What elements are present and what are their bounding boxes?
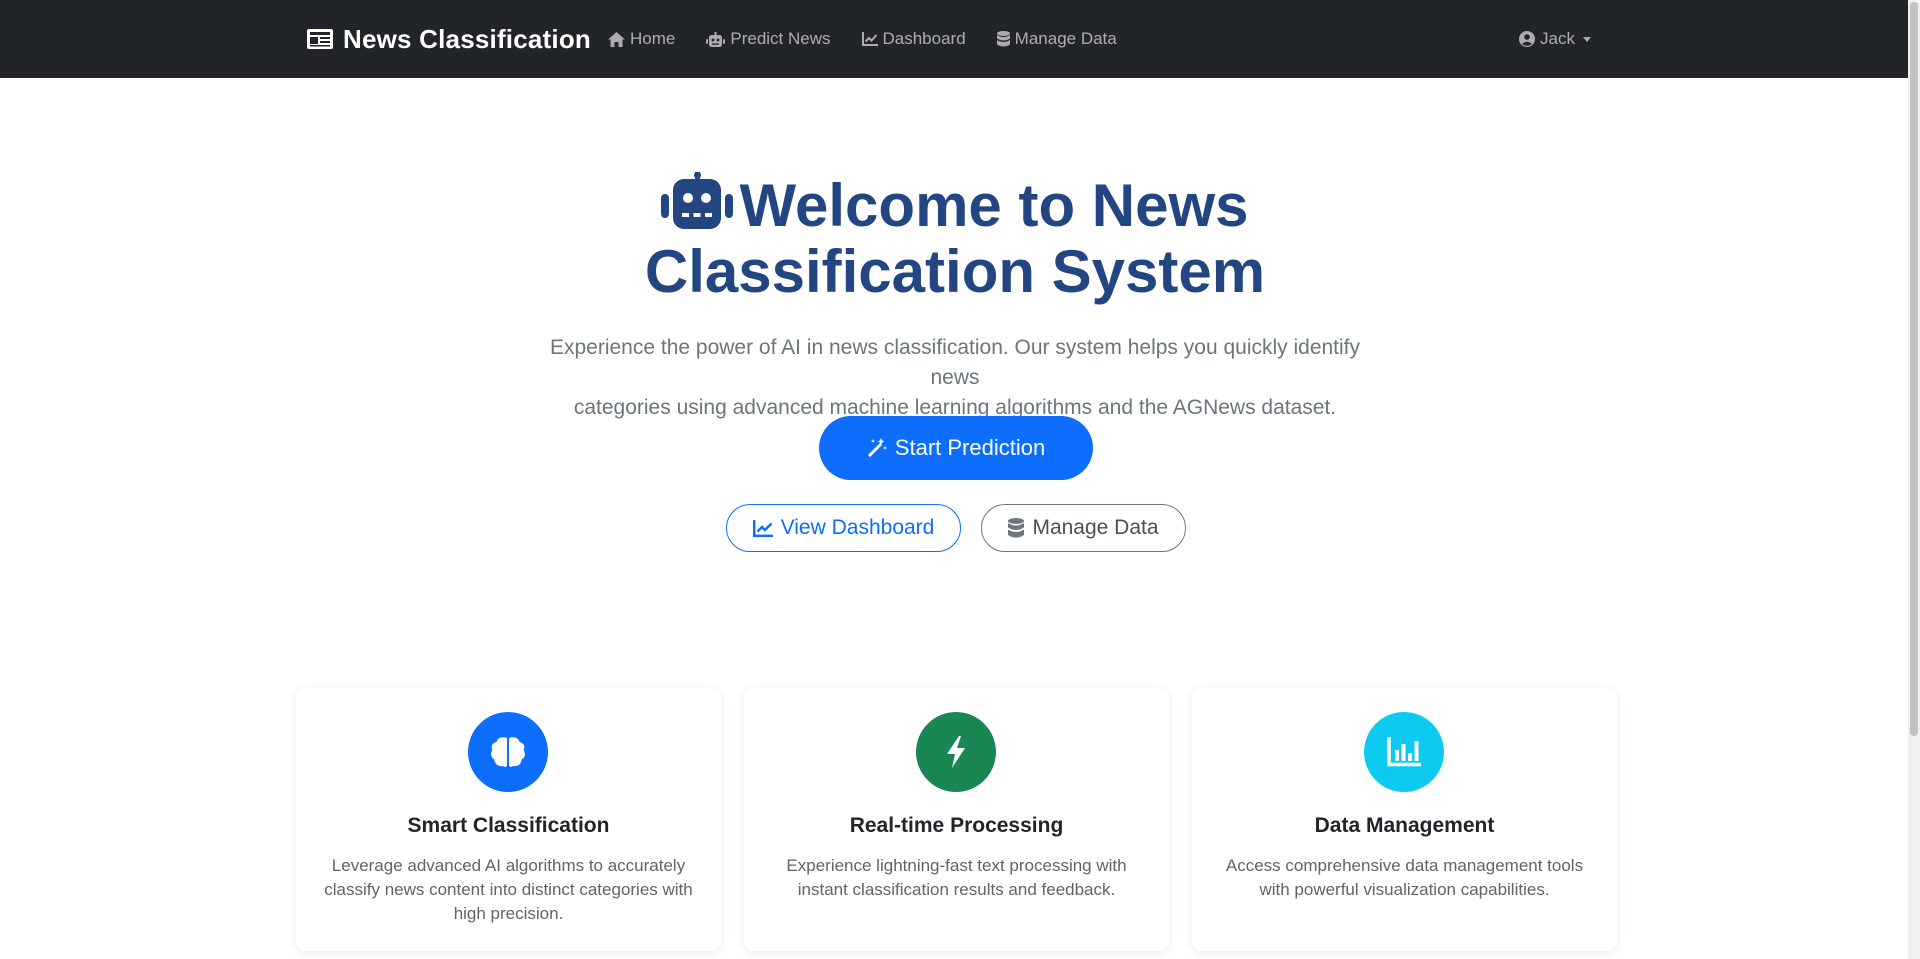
view-dashboard-label: View Dashboard bbox=[780, 516, 935, 539]
nav-links: Home Predict News Dashboard Manage Data bbox=[608, 26, 1148, 52]
view-dashboard-button[interactable]: View Dashboard bbox=[726, 504, 961, 552]
home-icon bbox=[608, 31, 625, 47]
icon-circle bbox=[1364, 712, 1444, 792]
nav-link-dashboard[interactable]: Dashboard bbox=[861, 26, 966, 52]
magic-wand-icon bbox=[867, 438, 887, 457]
feature-description: Experience lightning-fast text processin… bbox=[786, 856, 1127, 899]
user-dropdown[interactable]: Jack bbox=[1519, 26, 1591, 52]
nav-link-predict[interactable]: Predict News bbox=[706, 26, 831, 52]
nav-link-label: Manage Data bbox=[1014, 29, 1117, 48]
user-name: Jack bbox=[1540, 29, 1575, 48]
brain-icon bbox=[491, 737, 525, 767]
feature-card-real-time-processing: Real-time Processing Experience lightnin… bbox=[744, 688, 1169, 951]
start-prediction-button[interactable]: Start Prediction bbox=[819, 416, 1093, 480]
manage-data-label: Manage Data bbox=[1032, 516, 1159, 539]
brand-title: News Classification bbox=[343, 23, 591, 54]
feature-card-data-management: Data Management Access comprehensive dat… bbox=[1192, 688, 1617, 951]
icon-circle bbox=[916, 712, 996, 792]
top-navbar: News Classification Home Predict News Da… bbox=[0, 0, 1908, 78]
newspaper-icon bbox=[307, 29, 333, 49]
chart-line-icon bbox=[752, 519, 773, 537]
database-icon bbox=[996, 31, 1010, 47]
feature-title: Real-time Processing bbox=[849, 814, 1064, 837]
robot-icon bbox=[706, 31, 726, 47]
scrollbar-thumb[interactable] bbox=[1910, 2, 1918, 736]
manage-data-button[interactable]: Manage Data bbox=[981, 504, 1186, 552]
brand-link[interactable]: News Classification bbox=[307, 22, 591, 56]
nav-link-label: Home bbox=[630, 29, 676, 48]
feature-title: Smart Classification bbox=[407, 814, 610, 837]
robot-icon bbox=[661, 172, 734, 229]
database-icon bbox=[1008, 518, 1025, 538]
title-line-2: Classification System bbox=[644, 238, 1266, 305]
feature-card-smart-classification: Smart Classification Leverage advanced A… bbox=[296, 688, 721, 951]
chevron-down-icon bbox=[1582, 36, 1591, 42]
feature-description: Leverage advanced AI algorithms to accur… bbox=[324, 856, 693, 923]
nav-link-label: Dashboard bbox=[882, 29, 966, 48]
chart-bar-icon bbox=[1387, 737, 1421, 767]
chart-line-icon bbox=[861, 32, 878, 46]
user-circle-icon bbox=[1519, 31, 1535, 47]
description-line-1: Experience the power of AI in news class… bbox=[549, 336, 1361, 389]
feature-description: Access comprehensive data management too… bbox=[1225, 856, 1584, 899]
hero-description: Experience the power of AI in news class… bbox=[530, 333, 1380, 423]
page-title: Welcome to News Classification System bbox=[560, 172, 1350, 305]
bolt-icon bbox=[947, 736, 965, 768]
start-prediction-label: Start Prediction bbox=[894, 435, 1046, 460]
nav-link-label: Predict News bbox=[730, 29, 831, 48]
icon-circle bbox=[468, 712, 548, 792]
title-line-1: Welcome to News bbox=[739, 172, 1249, 239]
nav-link-manage-data[interactable]: Manage Data bbox=[996, 26, 1117, 52]
feature-title: Data Management bbox=[1314, 814, 1495, 837]
nav-link-home[interactable]: Home bbox=[608, 26, 675, 52]
